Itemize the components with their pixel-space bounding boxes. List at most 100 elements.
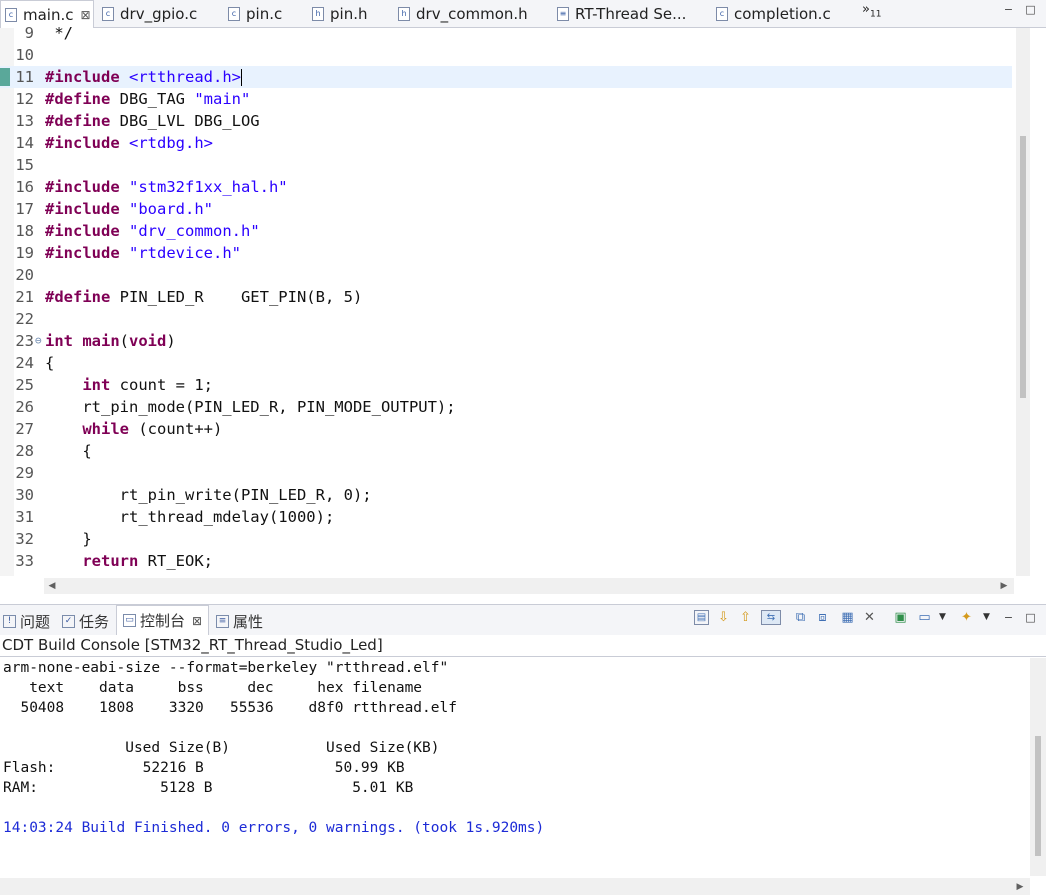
keyword-token: #define bbox=[45, 112, 111, 130]
line-number: 13 bbox=[15, 112, 34, 130]
console-vertical-scrollbar[interactable] bbox=[1030, 658, 1046, 876]
next-error-icon[interactable]: ⇩ bbox=[716, 610, 731, 625]
pin-console-icon[interactable]: ▣ bbox=[893, 610, 908, 625]
paste-console-icon[interactable]: ⧈ bbox=[815, 610, 830, 625]
code-line[interactable]: 30 rt_pin_write(PIN_LED_R, 0); bbox=[0, 484, 1012, 506]
close-tab-icon[interactable]: ⊠ bbox=[192, 614, 202, 628]
console-line: Flash: 52216 B 50.99 KB bbox=[3, 760, 405, 776]
previous-error-icon[interactable]: ⇧ bbox=[738, 610, 753, 625]
editor-vertical-scrollbar[interactable] bbox=[1016, 28, 1030, 576]
keyword-token: main bbox=[82, 332, 120, 350]
scroll-left-arrow-icon[interactable]: ◀ bbox=[46, 580, 58, 592]
code-line[interactable]: 31 rt_thread_mdelay(1000); bbox=[0, 506, 1012, 528]
scrollbar-thumb[interactable] bbox=[1035, 736, 1041, 856]
tab-properties[interactable]: ≡ 属性 bbox=[216, 611, 263, 632]
line-number: 27 bbox=[15, 420, 34, 438]
h-file-icon: h bbox=[312, 6, 324, 21]
code-text: */ bbox=[45, 22, 73, 44]
string-token: "drv_common.h" bbox=[129, 222, 260, 240]
code-line[interactable]: 19 #include "rtdevice.h" bbox=[0, 242, 1012, 264]
link-with-editor-icon[interactable]: ⇆ bbox=[761, 610, 781, 625]
code-text: rt_thread_mdelay(1000); bbox=[45, 506, 335, 528]
tab-label: 控制台 bbox=[140, 612, 186, 630]
console-title: CDT Build Console [STM32_RT_Thread_Studi… bbox=[2, 636, 383, 654]
code-token: RT_EOK; bbox=[138, 552, 213, 570]
code-line[interactable]: 25 int count = 1; bbox=[0, 374, 1012, 396]
string-token: <rtthread.h> bbox=[129, 68, 241, 86]
line-number: 21 bbox=[15, 288, 34, 306]
copy-console-icon[interactable]: ⧉ bbox=[793, 610, 808, 625]
code-token: PIN_LED_R GET_PIN(B, 5) bbox=[110, 288, 363, 306]
tab-tasks[interactable]: ✓ 任务 bbox=[62, 611, 109, 632]
code-token: ) bbox=[166, 332, 176, 350]
code-line[interactable]: 11 #include <rtthread.h> bbox=[0, 66, 1012, 88]
scroll-right-arrow-icon[interactable]: ▶ bbox=[998, 580, 1010, 592]
console-line: arm-none-eabi-size --format=berkeley "rt… bbox=[3, 660, 449, 676]
code-token: } bbox=[45, 530, 92, 548]
scrollbar-thumb[interactable] bbox=[1020, 136, 1026, 398]
clear-console-icon[interactable]: ▦ bbox=[840, 610, 855, 625]
tab-label: main.c bbox=[23, 5, 74, 24]
minimize-icon[interactable]: − bbox=[1003, 4, 1014, 15]
code-line[interactable]: 14 #include <rtdbg.h> bbox=[0, 132, 1012, 154]
keyword-token: while bbox=[82, 420, 129, 438]
close-tab-icon[interactable]: ⊠ bbox=[81, 8, 91, 22]
code-line[interactable]: 12 #define DBG_TAG "main" bbox=[0, 88, 1012, 110]
code-line[interactable]: 27 while (count++) bbox=[0, 418, 1012, 440]
new-console-icon[interactable]: ✦ bbox=[959, 610, 974, 625]
remove-launch-icon[interactable]: ✕ bbox=[862, 610, 877, 625]
line-number: 9 bbox=[24, 24, 34, 42]
divider bbox=[0, 656, 1046, 657]
code-token: { bbox=[45, 442, 92, 460]
code-area[interactable]: 9 */ 10 11 #include <rtthread.h> 12 #define D… bbox=[0, 22, 1012, 576]
code-line[interactable]: 18 #include "drv_common.h" bbox=[0, 220, 1012, 242]
string-token: "main" bbox=[194, 90, 251, 108]
code-text: { bbox=[45, 440, 92, 462]
maximize-icon[interactable]: □ bbox=[1025, 4, 1036, 15]
code-line[interactable]: 13 #define DBG_LVL DBG_LOG bbox=[0, 110, 1012, 132]
code-line[interactable]: 23 ⊖ int main(void) bbox=[0, 330, 1012, 352]
display-console-icon[interactable]: ▭ bbox=[917, 610, 932, 625]
line-number: 26 bbox=[15, 398, 34, 416]
code-line[interactable]: 10 bbox=[0, 44, 1012, 66]
code-token: rt_pin_mode(PIN_LED_R, PIN_MODE_OUTPUT); bbox=[45, 398, 456, 416]
display-console-dropdown-icon[interactable]: ▼ bbox=[935, 610, 950, 625]
line-number: 23 bbox=[15, 332, 34, 350]
code-line[interactable]: 29 bbox=[0, 462, 1012, 484]
tab-console[interactable]: ▭ 控制台 ⊠ bbox=[116, 605, 210, 635]
c-file-icon: c bbox=[102, 6, 114, 21]
code-line[interactable]: 15 bbox=[0, 154, 1012, 176]
open-console-icon[interactable]: ▤ bbox=[694, 610, 709, 625]
line-number: 33 bbox=[15, 552, 34, 570]
code-line[interactable]: 22 bbox=[0, 308, 1012, 330]
code-text: #define DBG_TAG "main" bbox=[45, 88, 250, 110]
code-token: (count++) bbox=[129, 420, 223, 438]
tab-overflow-button[interactable]: »11 bbox=[862, 2, 881, 20]
code-line[interactable]: 21 #define PIN_LED_R GET_PIN(B, 5) bbox=[0, 286, 1012, 308]
editor-horizontal-scrollbar[interactable]: ◀ ▶ bbox=[44, 578, 1014, 594]
code-line[interactable]: 32 } bbox=[0, 528, 1012, 550]
code-line[interactable]: 33 return RT_EOK; bbox=[0, 550, 1012, 572]
code-line[interactable]: 28 { bbox=[0, 440, 1012, 462]
tab-problems[interactable]: ! 问题 bbox=[3, 611, 50, 632]
console-output[interactable]: arm-none-eabi-size --format=berkeley "rt… bbox=[0, 658, 1030, 876]
code-line[interactable]: 24 { bbox=[0, 352, 1012, 374]
new-console-dropdown-icon[interactable]: ▼ bbox=[979, 610, 994, 625]
code-line[interactable]: 9 */ bbox=[0, 22, 1012, 44]
text-caret bbox=[240, 69, 242, 86]
minimize-icon[interactable]: − bbox=[1003, 612, 1014, 623]
code-text: return RT_EOK; bbox=[45, 550, 213, 572]
code-line[interactable]: 20 bbox=[0, 264, 1012, 286]
line-number: 11 bbox=[15, 68, 34, 86]
tab-label: pin.h bbox=[330, 4, 368, 23]
code-line[interactable]: 26 rt_pin_mode(PIN_LED_R, PIN_MODE_OUTPU… bbox=[0, 396, 1012, 418]
code-line[interactable]: 17 #include "board.h" bbox=[0, 198, 1012, 220]
chevron-double-right-icon: » bbox=[862, 2, 870, 17]
console-horizontal-scrollbar[interactable]: ▶ bbox=[0, 878, 1030, 895]
code-line[interactable]: 16 #include "stm32f1xx_hal.h" bbox=[0, 176, 1012, 198]
maximize-icon[interactable]: □ bbox=[1025, 612, 1036, 623]
scroll-right-arrow-icon[interactable]: ▶ bbox=[1014, 881, 1026, 893]
fold-toggle-icon[interactable]: ⊖ bbox=[35, 330, 42, 352]
